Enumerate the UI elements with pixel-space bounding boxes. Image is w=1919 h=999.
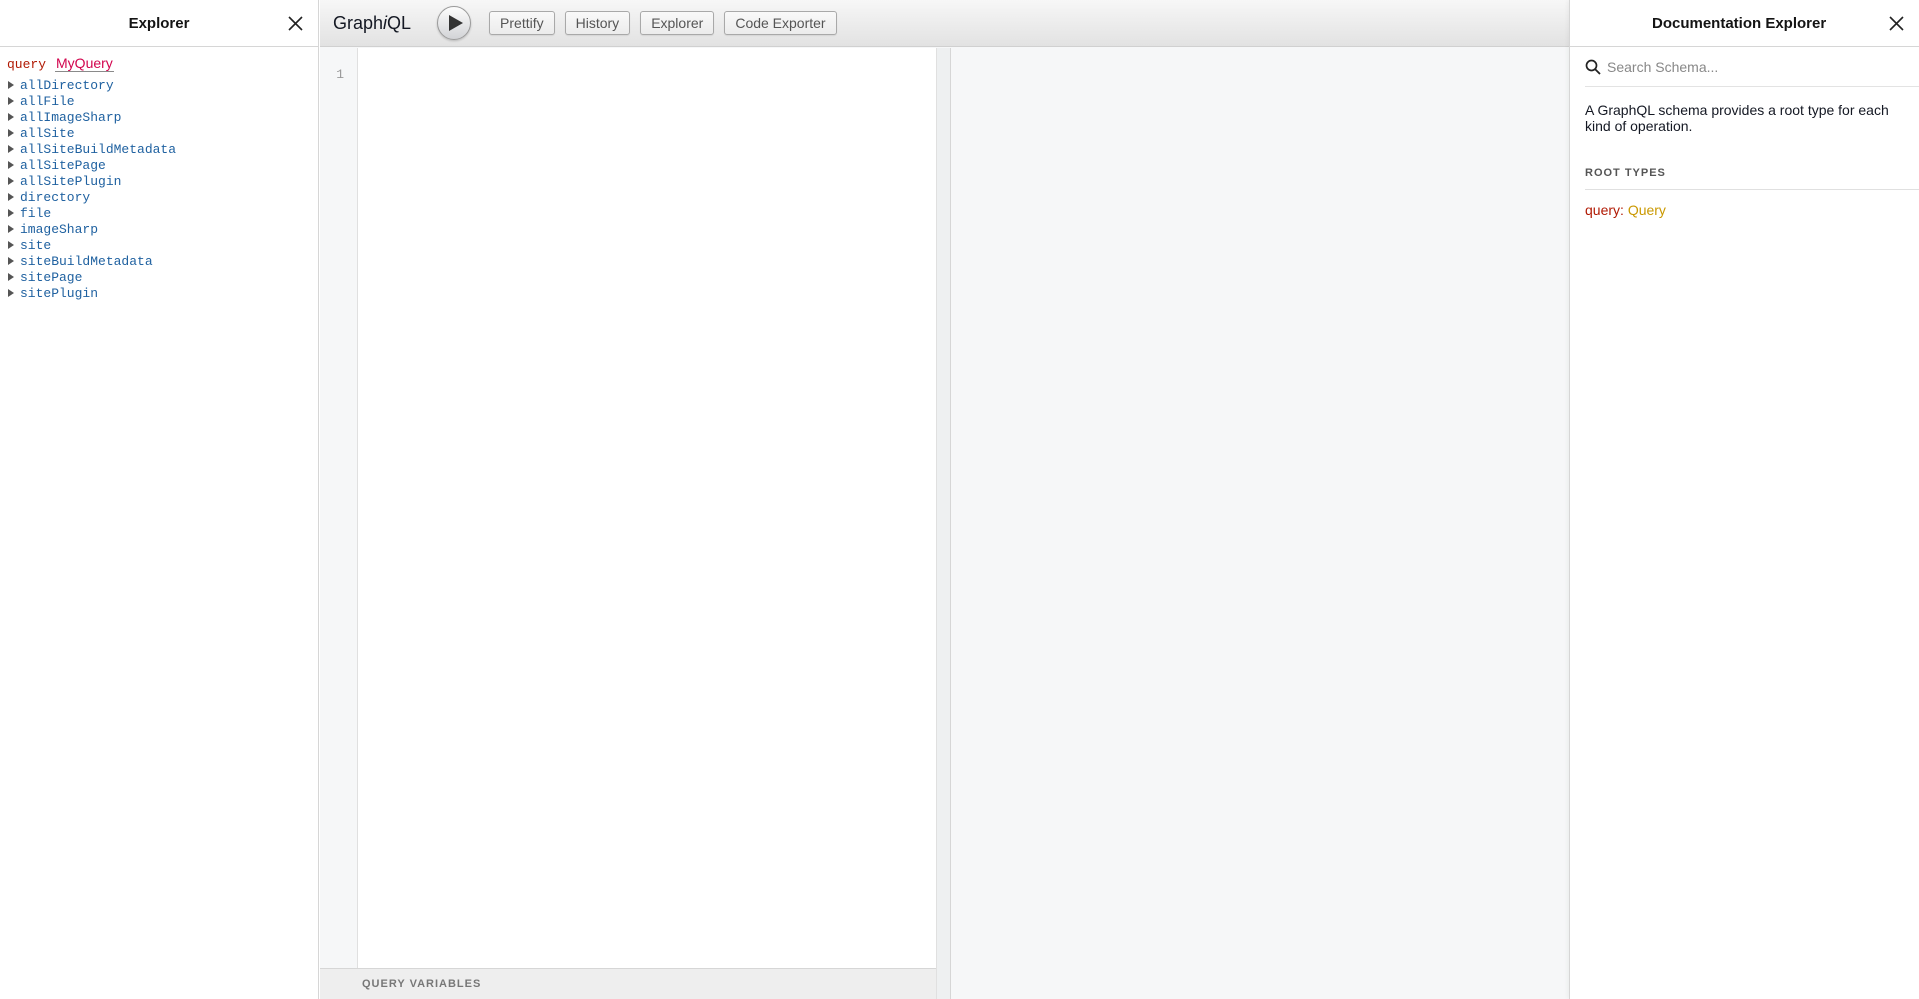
- caret-right-icon: [8, 257, 14, 265]
- editor-splitter[interactable]: [937, 48, 951, 999]
- explorer-field-directory[interactable]: directory: [7, 189, 311, 205]
- close-docs-icon[interactable]: [1887, 14, 1906, 33]
- docs-title: Documentation Explorer: [1652, 14, 1827, 32]
- graphiql-logo: GraphiQL: [333, 12, 412, 33]
- caret-right-icon: [8, 193, 14, 201]
- operation-name-input[interactable]: MyQuery: [55, 55, 114, 72]
- caret-right-icon: [8, 145, 14, 153]
- explorer-field-site[interactable]: site: [7, 237, 311, 253]
- caret-right-icon: [8, 289, 14, 297]
- result-pane: [951, 48, 1569, 999]
- query-editor-input[interactable]: [358, 48, 936, 968]
- explorer-field-sitePage[interactable]: sitePage: [7, 269, 311, 285]
- explorer-header: Explorer: [0, 0, 318, 47]
- explorer-button[interactable]: Explorer: [640, 11, 715, 35]
- field-name: allSitePage: [20, 157, 106, 173]
- caret-right-icon: [8, 97, 14, 105]
- execute-button[interactable]: [437, 6, 472, 40]
- field-name: allFile: [20, 93, 75, 109]
- field-name: allSite: [20, 125, 75, 141]
- field-name: site: [20, 237, 52, 253]
- explorer-panel: Explorer query MyQuery allDirectory allFi…: [0, 0, 319, 999]
- field-name: imageSharp: [20, 221, 99, 237]
- field-name: allSitePlugin: [20, 173, 122, 189]
- close-explorer-icon[interactable]: [286, 14, 305, 33]
- root-type-key: query: [1585, 202, 1621, 218]
- explorer-field-allFile[interactable]: allFile: [7, 93, 311, 109]
- search-schema-input[interactable]: [1607, 58, 1907, 75]
- explorer-field-sitePlugin[interactable]: sitePlugin: [7, 285, 311, 301]
- operation-keyword: query: [7, 57, 47, 72]
- field-name: sitePage: [20, 269, 83, 285]
- query-variables-bar[interactable]: QUERY VARIABLES: [320, 968, 936, 999]
- toolbar: GraphiQL Prettify History Explorer Code …: [320, 0, 1569, 47]
- caret-right-icon: [8, 209, 14, 217]
- query-variables-title: QUERY VARIABLES: [362, 978, 482, 990]
- field-name: file: [20, 205, 52, 221]
- caret-right-icon: [8, 161, 14, 169]
- root-types-heading: ROOT TYPES: [1585, 167, 1919, 190]
- explorer-field-allDirectory[interactable]: allDirectory: [7, 77, 311, 93]
- field-name: allSiteBuildMetadata: [20, 141, 177, 157]
- explorer-field-allSite[interactable]: allSite: [7, 125, 311, 141]
- explorer-field-imageSharp[interactable]: imageSharp: [7, 221, 311, 237]
- line-number: 1: [336, 67, 344, 82]
- field-name: allDirectory: [20, 77, 114, 93]
- root-type-entry: query: Query: [1585, 202, 1666, 218]
- field-name: siteBuildMetadata: [20, 253, 153, 269]
- line-gutter: 1: [320, 48, 358, 968]
- field-name: sitePlugin: [20, 285, 99, 301]
- explorer-body: query MyQuery allDirectory allFile allImag…: [0, 47, 318, 309]
- field-name: directory: [20, 189, 91, 205]
- explorer-field-file[interactable]: file: [7, 205, 311, 221]
- graphiql-main: GraphiQL Prettify History Explorer Code …: [320, 0, 1569, 999]
- history-button[interactable]: History: [564, 11, 631, 35]
- explorer-title: Explorer: [128, 14, 190, 32]
- explorer-field-allSitePage[interactable]: allSitePage: [7, 157, 311, 173]
- docs-search: [1585, 47, 1919, 87]
- operation-line: query MyQuery: [7, 55, 311, 75]
- docs-panel: Documentation Explorer A GraphQL schema …: [1569, 0, 1919, 999]
- caret-right-icon: [8, 273, 14, 281]
- play-icon: [448, 15, 463, 31]
- caret-right-icon: [8, 177, 14, 185]
- field-list: allDirectory allFile allImageSharp allSite a…: [7, 77, 311, 301]
- docs-header: Documentation Explorer: [1570, 0, 1919, 47]
- caret-right-icon: [8, 113, 14, 121]
- explorer-field-allSiteBuildMetadata[interactable]: allSiteBuildMetadata: [7, 141, 311, 157]
- root-type-link[interactable]: Query: [1628, 202, 1666, 218]
- caret-right-icon: [8, 129, 14, 137]
- search-icon: [1585, 59, 1601, 75]
- query-editor: 1 QUERY VARIABLES: [320, 48, 937, 999]
- explorer-field-allImageSharp[interactable]: allImageSharp: [7, 109, 311, 125]
- field-name: allImageSharp: [20, 109, 122, 125]
- prettify-button[interactable]: Prettify: [489, 11, 555, 35]
- docs-description: A GraphQL schema provides a root type fo…: [1585, 102, 1889, 134]
- explorer-field-siteBuildMetadata[interactable]: siteBuildMetadata: [7, 253, 311, 269]
- code-exporter-button[interactable]: Code Exporter: [724, 11, 837, 35]
- caret-right-icon: [8, 241, 14, 249]
- caret-right-icon: [8, 225, 14, 233]
- caret-right-icon: [8, 81, 14, 89]
- explorer-field-allSitePlugin[interactable]: allSitePlugin: [7, 173, 311, 189]
